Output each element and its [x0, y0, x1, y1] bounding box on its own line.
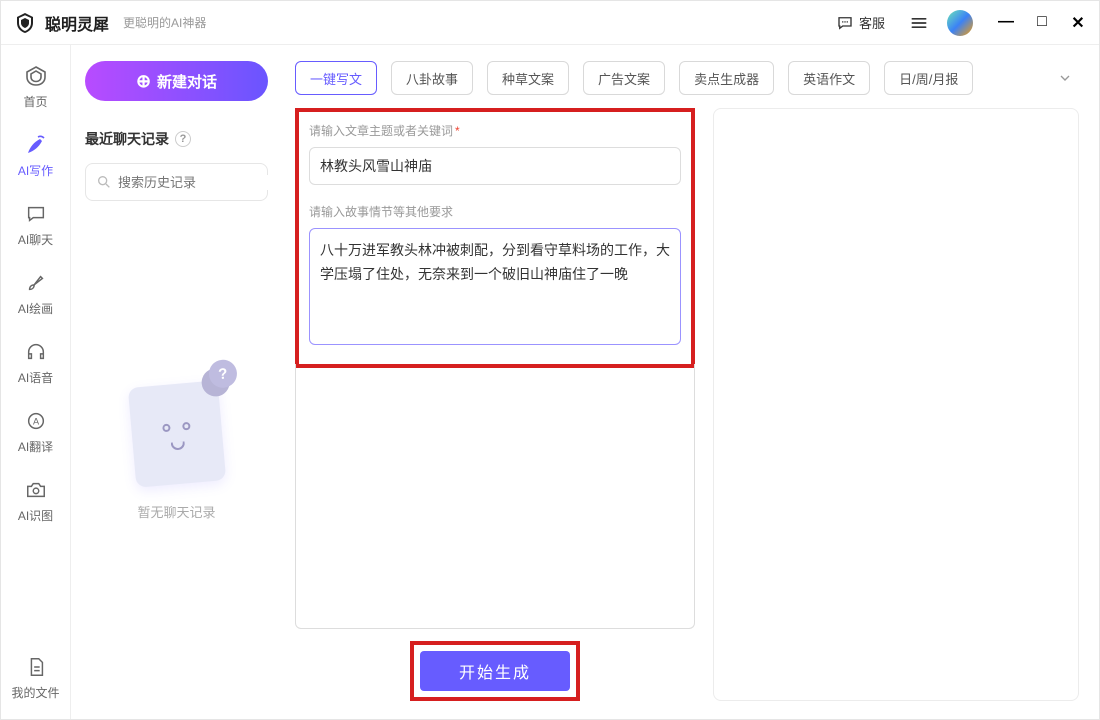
story-textarea-extend[interactable]: [295, 364, 695, 629]
sidebar-item-translate[interactable]: A AI翻译: [1, 404, 70, 459]
sidebar-item-chat[interactable]: AI聊天: [1, 197, 70, 252]
sidebar-item-write[interactable]: AI写作: [1, 128, 70, 183]
sidebar-item-home[interactable]: 首页: [1, 59, 70, 114]
highlight-box-generate: 开始生成: [410, 641, 580, 701]
sidebar-item-label: AI翻译: [18, 438, 53, 455]
form-pane: 请输入文章主题或者关键词* 请输入故事情节等其他要求 开始生成: [295, 108, 695, 701]
chevron-down-icon[interactable]: [1051, 64, 1079, 92]
chip-sell-point[interactable]: 卖点生成器: [679, 61, 774, 95]
sidebar-item-label: 我的文件: [11, 684, 59, 701]
sidebar-item-myfiles[interactable]: 我的文件: [1, 650, 70, 705]
sidebar-item-vision[interactable]: AI识图: [1, 473, 70, 528]
sidebar-item-draw[interactable]: AI绘画: [1, 266, 70, 321]
support-label: 客服: [859, 13, 885, 32]
story-label: 请输入故事情节等其他要求: [309, 203, 681, 220]
help-icon[interactable]: ?: [175, 131, 191, 147]
sidebar-item-label: AI写作: [18, 162, 53, 179]
translate-icon: A: [23, 408, 49, 434]
sidebar-item-label: AI绘画: [18, 300, 53, 317]
app-logo-icon: [13, 11, 37, 35]
app-brand: 聪明灵犀 更聪明的AI神器: [13, 11, 206, 35]
brush-icon: [23, 270, 49, 296]
workspace: 一键写文 八卦故事 种草文案 广告文案 卖点生成器 英语作文 日/周/月报 请输…: [283, 45, 1099, 719]
sidebar-item-label: 首页: [23, 93, 47, 110]
window-close[interactable]: ✕: [1069, 13, 1087, 33]
history-title: 最近聊天记录 ?: [85, 129, 268, 149]
search-input[interactable]: [118, 175, 294, 190]
pen-icon: [23, 132, 49, 158]
chip-seed-copy[interactable]: 种草文案: [487, 61, 569, 95]
home-icon: [23, 63, 49, 89]
history-panel: ⊕ 新建对话 最近聊天记录 ? ? 暂无聊天记录: [71, 45, 283, 719]
sidebar-item-label: AI聊天: [18, 231, 53, 248]
sidebar: 首页 AI写作 AI聊天 AI绘画 AI语音: [1, 45, 71, 719]
new-chat-button[interactable]: ⊕ 新建对话: [85, 61, 268, 101]
app-name: 聪明灵犀: [45, 11, 109, 35]
window-controls: — □ ✕: [997, 13, 1087, 33]
chip-gossip-story[interactable]: 八卦故事: [391, 61, 473, 95]
file-icon: [23, 654, 49, 680]
avatar[interactable]: [947, 10, 973, 36]
titlebar: 聪明灵犀 更聪明的AI神器 客服 — □ ✕: [1, 1, 1099, 45]
history-title-text: 最近聊天记录: [85, 129, 169, 149]
headphone-icon: [23, 339, 49, 365]
window-maximize[interactable]: □: [1033, 13, 1051, 33]
output-pane: [713, 108, 1079, 701]
sidebar-item-label: AI语音: [18, 369, 53, 386]
story-textarea[interactable]: [309, 228, 681, 345]
empty-text: 暂无聊天记录: [137, 502, 215, 521]
camera-icon: [23, 477, 49, 503]
search-icon: [96, 174, 112, 190]
support-button[interactable]: 客服: [827, 9, 893, 37]
highlight-box-inputs: 请输入文章主题或者关键词* 请输入故事情节等其他要求: [295, 108, 695, 368]
empty-illustration: ?: [127, 380, 225, 487]
new-chat-label: 新建对话: [157, 71, 217, 92]
topic-input[interactable]: [309, 147, 681, 185]
history-empty-state: ? 暂无聊天记录: [85, 201, 268, 703]
menu-icon[interactable]: [909, 13, 929, 33]
search-history[interactable]: [85, 163, 268, 201]
app-subtitle: 更聪明的AI神器: [123, 14, 206, 31]
window-minimize[interactable]: —: [997, 13, 1015, 33]
sidebar-item-label: AI识图: [18, 507, 53, 524]
svg-text:A: A: [32, 417, 39, 427]
plus-icon: ⊕: [136, 71, 151, 92]
chip-english-essay[interactable]: 英语作文: [788, 61, 870, 95]
sidebar-item-voice[interactable]: AI语音: [1, 335, 70, 390]
chip-ad-copy[interactable]: 广告文案: [583, 61, 665, 95]
generate-button[interactable]: 开始生成: [420, 651, 570, 691]
template-chips: 一键写文 八卦故事 种草文案 广告文案 卖点生成器 英语作文 日/周/月报: [295, 61, 1079, 95]
topic-label: 请输入文章主题或者关键词*: [309, 122, 681, 139]
chip-report[interactable]: 日/周/月报: [884, 61, 973, 95]
chip-quick-write[interactable]: 一键写文: [295, 61, 377, 95]
chat-icon: [23, 201, 49, 227]
chat-bubble-icon: [835, 13, 855, 33]
